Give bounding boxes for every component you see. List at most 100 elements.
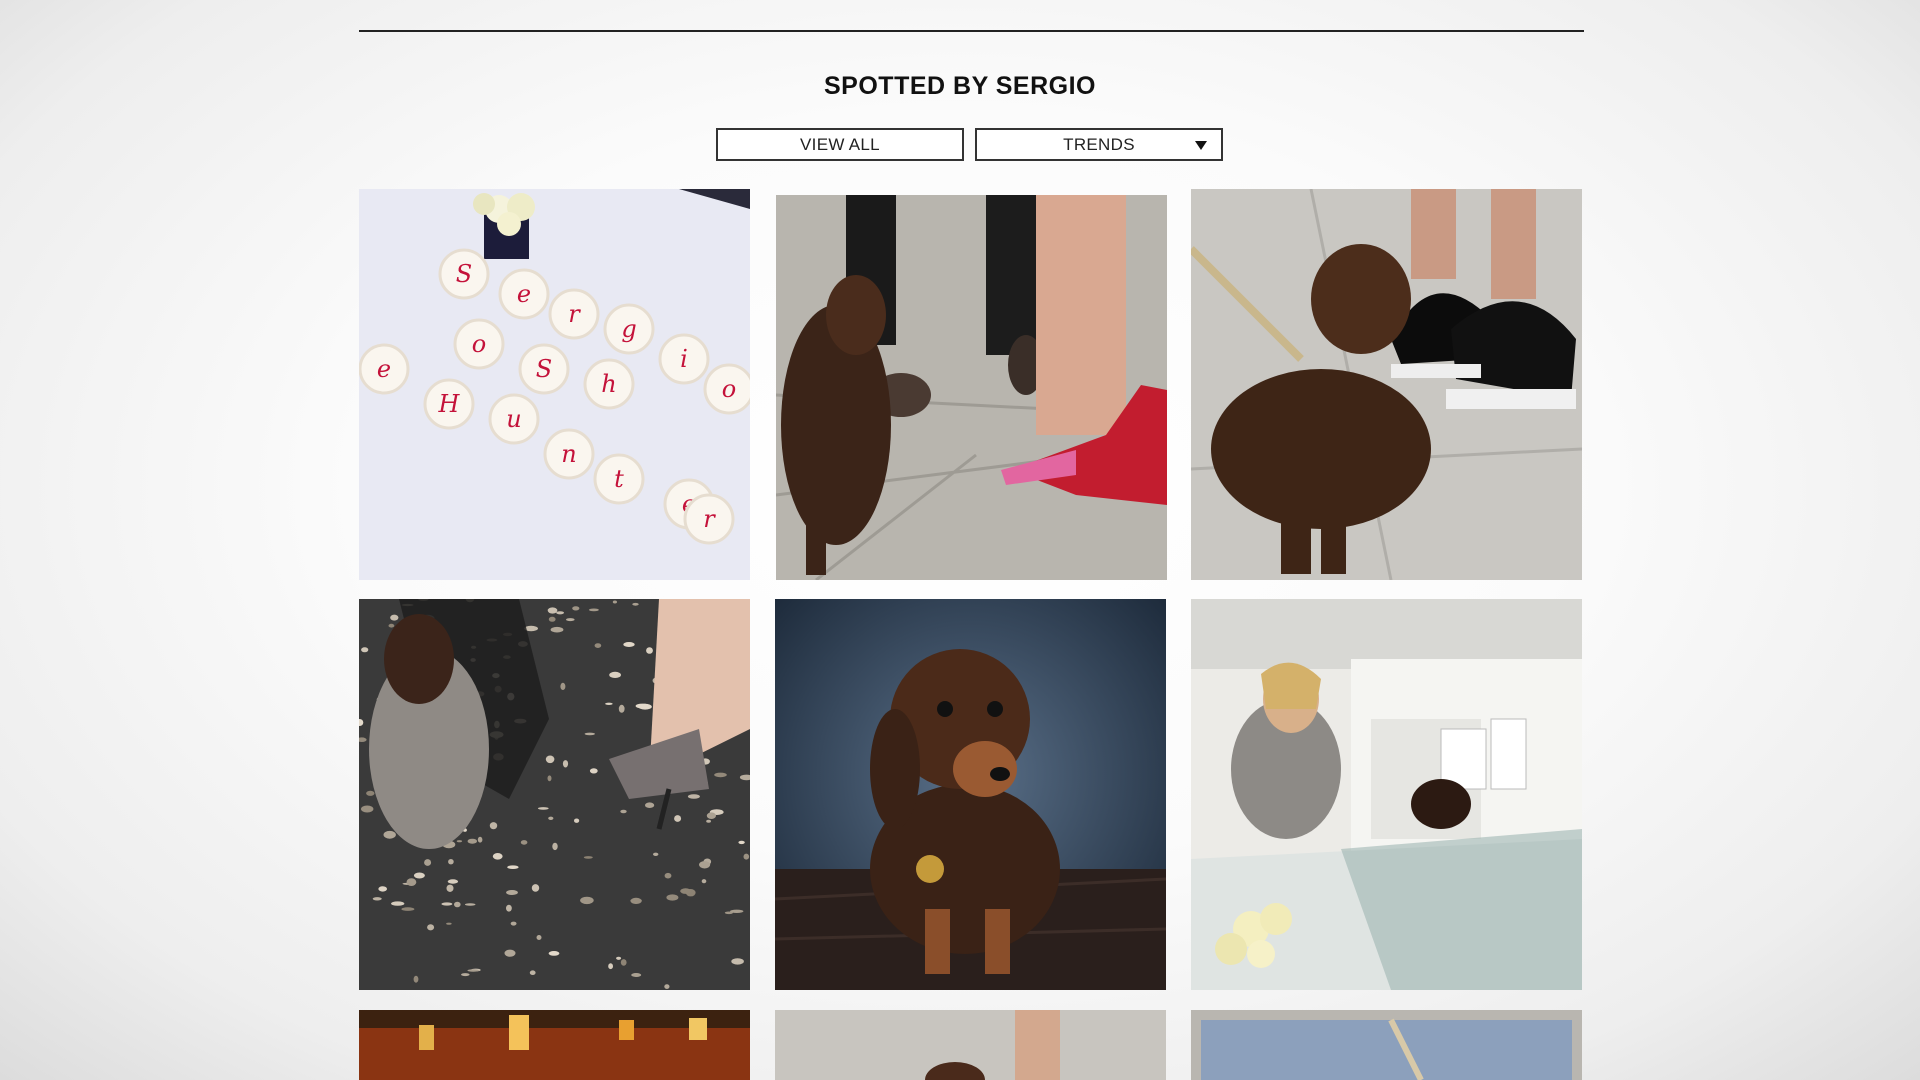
speckle [441, 902, 453, 906]
speckle [730, 909, 744, 913]
speckle [620, 959, 627, 966]
speckle [537, 807, 549, 810]
speckle [454, 901, 461, 908]
speckle [461, 973, 470, 977]
speckle [612, 600, 617, 604]
speckle [743, 853, 750, 860]
speckle [545, 755, 555, 764]
speckle [378, 886, 387, 892]
speckle [562, 760, 569, 768]
speckle [492, 853, 503, 860]
speckle [467, 838, 477, 844]
speckle [631, 973, 642, 977]
speckle [566, 618, 575, 622]
speckle [605, 702, 613, 705]
trends-label: TRENDS [1063, 134, 1135, 154]
speckle [361, 805, 374, 813]
speckle [572, 606, 580, 611]
speckle [550, 626, 564, 633]
speckle [504, 949, 516, 957]
speckle [687, 794, 700, 799]
speckle [510, 921, 517, 926]
cupcake-letter: r [703, 505, 716, 533]
speckle [653, 852, 659, 856]
cupcake-letter: e [377, 355, 391, 383]
speckle [448, 859, 454, 865]
speckle [467, 969, 479, 972]
speckle [731, 958, 744, 965]
speckle [646, 647, 653, 654]
speckle [645, 802, 655, 808]
speckle [664, 984, 670, 989]
speckle [547, 775, 552, 782]
cupcake-letter: S [456, 260, 472, 288]
speckle [464, 903, 476, 906]
speckle [372, 897, 382, 901]
speckle [506, 890, 518, 895]
speckle [456, 840, 463, 843]
trends-dropdown[interactable]: TRENDS [975, 128, 1223, 161]
speckle [406, 878, 417, 886]
speckle [635, 703, 650, 709]
cupcake-letter: r [568, 300, 581, 328]
cupcake-letter: S [536, 355, 552, 383]
cupcakes-photo-art: SergioShoeHunter [359, 189, 750, 580]
cupcake-letter: u [506, 405, 521, 433]
chevron-down-icon [1195, 141, 1207, 150]
speckle [623, 642, 635, 647]
cupcake-letter: o [472, 330, 486, 358]
speckle [589, 768, 598, 774]
top-divider [359, 30, 1584, 32]
cupcake-letter: g [621, 315, 636, 343]
speckle [446, 884, 454, 892]
speckle [618, 704, 625, 713]
speckle [520, 840, 528, 845]
speckle [413, 975, 419, 983]
speckle [738, 840, 745, 845]
speckle [507, 865, 519, 869]
photo-bar[interactable] [359, 1010, 750, 1080]
speckle [390, 614, 399, 621]
speckle [529, 970, 536, 975]
speckle [506, 904, 512, 912]
speckle [706, 812, 716, 819]
dog-loafers-photo-art [1191, 189, 1582, 580]
speckle [548, 816, 554, 820]
speckle [391, 901, 405, 906]
dog-heels-photo-art [359, 599, 750, 990]
speckle [588, 608, 599, 612]
speckle [446, 922, 452, 925]
speckle [680, 888, 691, 894]
photo-dog-portrait[interactable] [775, 599, 1166, 990]
view-all-button[interactable]: VIEW ALL [716, 128, 964, 161]
speckle [616, 956, 622, 960]
speckle [574, 818, 580, 823]
photo-cobblestone[interactable] [1191, 1010, 1582, 1080]
photo-office-desk[interactable] [1191, 599, 1582, 990]
cupcake-letter: h [601, 370, 616, 398]
cupcake-letter: e [517, 280, 531, 308]
cupcake-letter: i [680, 345, 688, 373]
speckle [547, 607, 558, 614]
photo-dog-loafers[interactable] [1191, 189, 1582, 580]
cupcake-letter: t [614, 465, 624, 493]
photo-legs-street[interactable] [775, 1010, 1166, 1080]
filter-bar: VIEW ALL TRENDS [716, 128, 1223, 161]
photo-dog-glitter-heels[interactable] [359, 599, 750, 990]
speckle [583, 856, 593, 859]
speckle [706, 819, 711, 823]
bar-photo-art [359, 1010, 750, 1080]
speckle [388, 623, 395, 628]
speckle [609, 671, 621, 678]
speckle [620, 809, 627, 814]
legs-photo-art [775, 1010, 1166, 1080]
photo-dog-shoes-street[interactable] [776, 195, 1167, 580]
photo-cupcakes[interactable]: SergioShoeHunter [359, 189, 750, 580]
speckle [531, 884, 540, 892]
cupcake-letter: H [438, 390, 461, 418]
office-photo-art [1191, 599, 1582, 990]
speckle [556, 611, 564, 615]
speckle [714, 772, 727, 778]
speckle [477, 836, 483, 843]
speckle [424, 859, 432, 866]
